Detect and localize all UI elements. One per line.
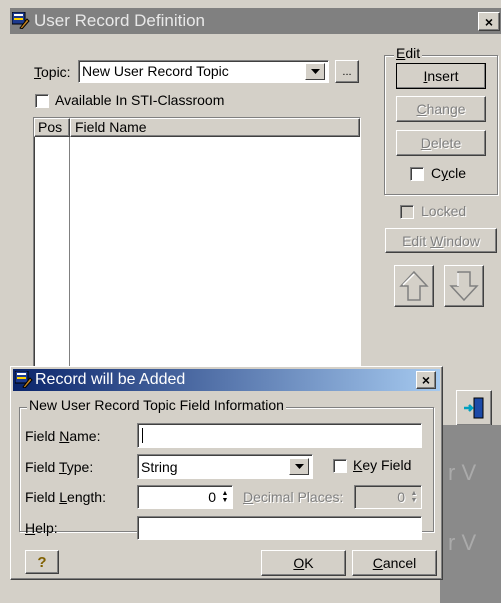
- cancel-button[interactable]: Cancel: [352, 550, 437, 576]
- help-button[interactable]: ?: [25, 550, 59, 574]
- field-length-input[interactable]: 0 ▲ ▼: [137, 485, 233, 509]
- spin-up-icon: ▲: [410, 490, 418, 497]
- spin-down-icon: ▼: [410, 497, 418, 504]
- arrow-up-icon: [399, 270, 429, 301]
- column-divider: [69, 137, 70, 392]
- dialog-close-button[interactable]: ×: [416, 371, 436, 389]
- field-name-label: Field Name:: [25, 428, 101, 444]
- delete-label: Delete: [420, 135, 462, 151]
- locked-checkbox[interactable]: [400, 205, 414, 219]
- field-length-spinner[interactable]: ▲ ▼: [219, 487, 231, 507]
- available-checkbox[interactable]: [35, 94, 49, 108]
- edit-group-legend: Edit: [394, 45, 423, 61]
- topic-label: Topic:: [34, 64, 71, 80]
- ok-button[interactable]: OK: [261, 550, 346, 576]
- background-panel: r V r V r V: [440, 425, 501, 603]
- change-label: Change: [416, 101, 466, 117]
- column-header-field-name[interactable]: Field Name: [70, 118, 360, 137]
- key-field-label: Key Field: [353, 457, 412, 473]
- insert-button[interactable]: Insert: [396, 63, 486, 89]
- cycle-checkbox[interactable]: [410, 167, 424, 181]
- text-caret: [142, 428, 143, 443]
- decimal-places-spinner[interactable]: ▲ ▼: [408, 487, 420, 507]
- spin-down-icon: ▼: [221, 497, 229, 504]
- decimal-places-input[interactable]: 0 ▲ ▼: [354, 485, 422, 509]
- ellipsis-label: ...: [342, 65, 352, 78]
- column-pos-label: Pos: [38, 119, 63, 135]
- key-field-checkbox[interactable]: [333, 459, 347, 473]
- field-length-value: 0: [208, 489, 216, 505]
- topic-dropdown[interactable]: New User Record Topic: [78, 60, 329, 83]
- question-mark-icon: ?: [37, 553, 47, 571]
- change-button[interactable]: Change: [396, 96, 486, 122]
- delete-button[interactable]: Delete: [396, 130, 486, 156]
- topic-browse-button[interactable]: ...: [335, 60, 359, 83]
- dialog-app-icon: [14, 370, 33, 389]
- column-header-pos[interactable]: Pos: [34, 118, 70, 137]
- topic-dropdown-arrow[interactable]: [305, 63, 325, 80]
- field-name-input[interactable]: [137, 423, 422, 448]
- close-icon: ×: [484, 13, 494, 30]
- decimal-places-value: 0: [397, 489, 405, 505]
- decimal-places-label: Decimal Places:: [243, 489, 344, 505]
- edit-window-label: Edit Window: [402, 232, 480, 249]
- move-up-button[interactable]: [394, 265, 434, 307]
- app-icon: [11, 11, 30, 30]
- cancel-label: Cancel: [372, 555, 417, 571]
- close-icon: ×: [421, 372, 431, 388]
- help-label: Help:: [25, 520, 58, 536]
- main-title-bar: User Record Definition ×: [10, 8, 501, 34]
- dialog-title-bar: Record will be Added ×: [13, 369, 440, 391]
- exit-button[interactable]: [456, 390, 492, 426]
- arrow-down-icon: [449, 271, 479, 302]
- help-input[interactable]: [137, 516, 422, 540]
- topic-value: New User Record Topic: [82, 63, 229, 79]
- available-label: Available In STI-Classroom: [55, 92, 225, 108]
- field-type-dropdown[interactable]: String: [137, 454, 313, 479]
- field-type-value: String: [141, 459, 178, 475]
- cycle-label: Cycle: [431, 165, 467, 181]
- spin-up-icon: ▲: [221, 490, 229, 497]
- column-field-name-label: Field Name: [75, 119, 147, 135]
- edit-window-button[interactable]: Edit Window: [385, 228, 497, 253]
- move-down-button[interactable]: [444, 265, 484, 307]
- background-text-3: r V: [448, 530, 477, 555]
- ok-label: OK: [293, 555, 314, 571]
- exit-door-icon: [464, 397, 484, 419]
- field-list[interactable]: Pos Field Name: [33, 117, 361, 392]
- field-length-label: Field Length:: [25, 489, 106, 505]
- field-type-dropdown-arrow[interactable]: [289, 458, 309, 475]
- background-text-2: r V: [448, 460, 477, 485]
- locked-label: Locked: [421, 203, 467, 219]
- field-info-group-label: New User Record Topic Field Information: [27, 397, 286, 413]
- insert-label: Insert: [423, 68, 459, 84]
- main-close-button[interactable]: ×: [478, 12, 500, 31]
- record-dialog: Record will be Added × New User Record T…: [10, 366, 443, 580]
- dialog-title: Record will be Added: [35, 371, 186, 388]
- main-window-title: User Record Definition: [34, 11, 206, 30]
- field-type-label: Field Type:: [25, 459, 94, 475]
